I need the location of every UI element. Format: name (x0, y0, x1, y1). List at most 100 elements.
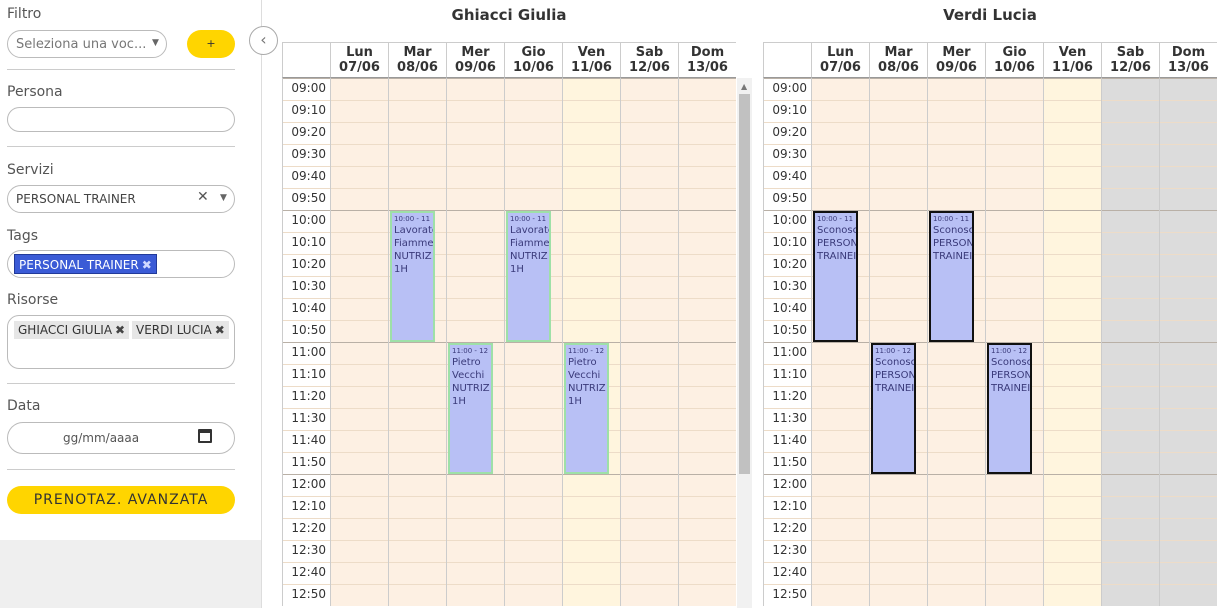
time-slot[interactable] (870, 518, 927, 540)
time-slot[interactable] (870, 254, 927, 276)
time-slot[interactable] (1160, 188, 1217, 210)
time-slot[interactable] (563, 210, 620, 232)
time-slot[interactable] (1102, 298, 1159, 320)
time-slot[interactable] (812, 78, 869, 100)
time-slot[interactable] (679, 144, 736, 166)
time-slot[interactable] (331, 320, 388, 342)
time-slot[interactable] (1102, 210, 1159, 232)
time-slot[interactable] (1044, 562, 1101, 584)
time-slot[interactable] (812, 122, 869, 144)
day-header[interactable]: Dom 13/06 (1159, 42, 1217, 78)
time-slot[interactable] (505, 122, 562, 144)
time-slot[interactable] (870, 100, 927, 122)
time-slot[interactable] (870, 562, 927, 584)
day-column[interactable] (388, 78, 446, 606)
time-slot[interactable] (1160, 166, 1217, 188)
time-slot[interactable] (679, 78, 736, 100)
time-slot[interactable] (1102, 584, 1159, 606)
time-slot[interactable] (870, 166, 927, 188)
time-slot[interactable] (331, 540, 388, 562)
time-slot[interactable] (870, 584, 927, 606)
time-slot[interactable] (389, 166, 446, 188)
time-slot[interactable] (679, 540, 736, 562)
time-slot[interactable] (870, 496, 927, 518)
add-filter-button[interactable]: + (187, 30, 235, 58)
time-slot[interactable] (505, 496, 562, 518)
time-slot[interactable] (679, 474, 736, 496)
time-slot[interactable] (1102, 452, 1159, 474)
time-slot[interactable] (679, 166, 736, 188)
time-slot[interactable] (986, 166, 1043, 188)
time-slot[interactable] (1160, 144, 1217, 166)
time-slot[interactable] (928, 562, 985, 584)
time-slot[interactable] (447, 78, 504, 100)
time-slot[interactable] (986, 254, 1043, 276)
time-slot[interactable] (331, 232, 388, 254)
time-slot[interactable] (505, 188, 562, 210)
time-slot[interactable] (679, 408, 736, 430)
time-slot[interactable] (1160, 342, 1217, 364)
time-slot[interactable] (679, 430, 736, 452)
time-slot[interactable] (331, 298, 388, 320)
day-header[interactable]: Lun 07/06 (811, 42, 869, 78)
time-slot[interactable] (1044, 100, 1101, 122)
time-slot[interactable] (986, 320, 1043, 342)
time-slot[interactable] (563, 122, 620, 144)
time-slot[interactable] (505, 342, 562, 364)
time-slot[interactable] (389, 188, 446, 210)
time-slot[interactable] (389, 408, 446, 430)
time-slot[interactable] (1102, 496, 1159, 518)
time-slot[interactable] (1102, 386, 1159, 408)
time-slot[interactable] (621, 518, 678, 540)
time-slot[interactable] (621, 386, 678, 408)
day-header[interactable]: Dom 13/06 (678, 42, 736, 78)
clear-icon[interactable]: ✕ (197, 189, 209, 205)
time-slot[interactable] (1102, 166, 1159, 188)
time-slot[interactable] (1102, 188, 1159, 210)
time-slot[interactable] (812, 584, 869, 606)
time-slot[interactable] (870, 122, 927, 144)
appointment-event[interactable]: 11:00 - 12 Sconosc PERSON TRAINEI (871, 343, 916, 474)
time-slot[interactable] (447, 518, 504, 540)
time-slot[interactable] (389, 474, 446, 496)
time-slot[interactable] (1102, 78, 1159, 100)
time-slot[interactable] (928, 584, 985, 606)
time-slot[interactable] (812, 166, 869, 188)
time-slot[interactable] (812, 562, 869, 584)
advanced-booking-button[interactable]: PRENOTAZ. AVANZATA (7, 486, 235, 514)
day-column[interactable] (1159, 78, 1217, 606)
appointment-event[interactable]: 11:00 - 12 Pietro Vecchi NUTRIZ 1H (564, 343, 609, 474)
time-slot[interactable] (812, 408, 869, 430)
time-slot[interactable] (812, 144, 869, 166)
time-slot[interactable] (986, 210, 1043, 232)
time-slot[interactable] (563, 78, 620, 100)
time-slot[interactable] (621, 342, 678, 364)
time-slot[interactable] (812, 452, 869, 474)
time-slot[interactable] (1044, 254, 1101, 276)
time-slot[interactable] (505, 386, 562, 408)
time-slot[interactable] (563, 562, 620, 584)
time-slot[interactable] (563, 188, 620, 210)
time-slot[interactable] (1044, 298, 1101, 320)
time-slot[interactable] (447, 474, 504, 496)
time-slot[interactable] (1160, 386, 1217, 408)
filtro-select[interactable]: Seleziona una voc... ▼ (7, 30, 167, 58)
time-slot[interactable] (389, 540, 446, 562)
time-slot[interactable] (1160, 364, 1217, 386)
time-slot[interactable] (1160, 562, 1217, 584)
time-slot[interactable] (812, 342, 869, 364)
time-slot[interactable] (986, 562, 1043, 584)
time-slot[interactable] (621, 100, 678, 122)
time-slot[interactable] (812, 496, 869, 518)
time-slot[interactable] (870, 320, 927, 342)
day-column[interactable] (562, 78, 620, 606)
time-slot[interactable] (679, 562, 736, 584)
day-header[interactable]: Ven 11/06 (1043, 42, 1101, 78)
time-slot[interactable] (1044, 430, 1101, 452)
time-slot[interactable] (679, 100, 736, 122)
time-slot[interactable] (505, 408, 562, 430)
time-slot[interactable] (447, 232, 504, 254)
time-slot[interactable] (986, 122, 1043, 144)
day-column[interactable] (678, 78, 736, 606)
time-slot[interactable] (1044, 232, 1101, 254)
